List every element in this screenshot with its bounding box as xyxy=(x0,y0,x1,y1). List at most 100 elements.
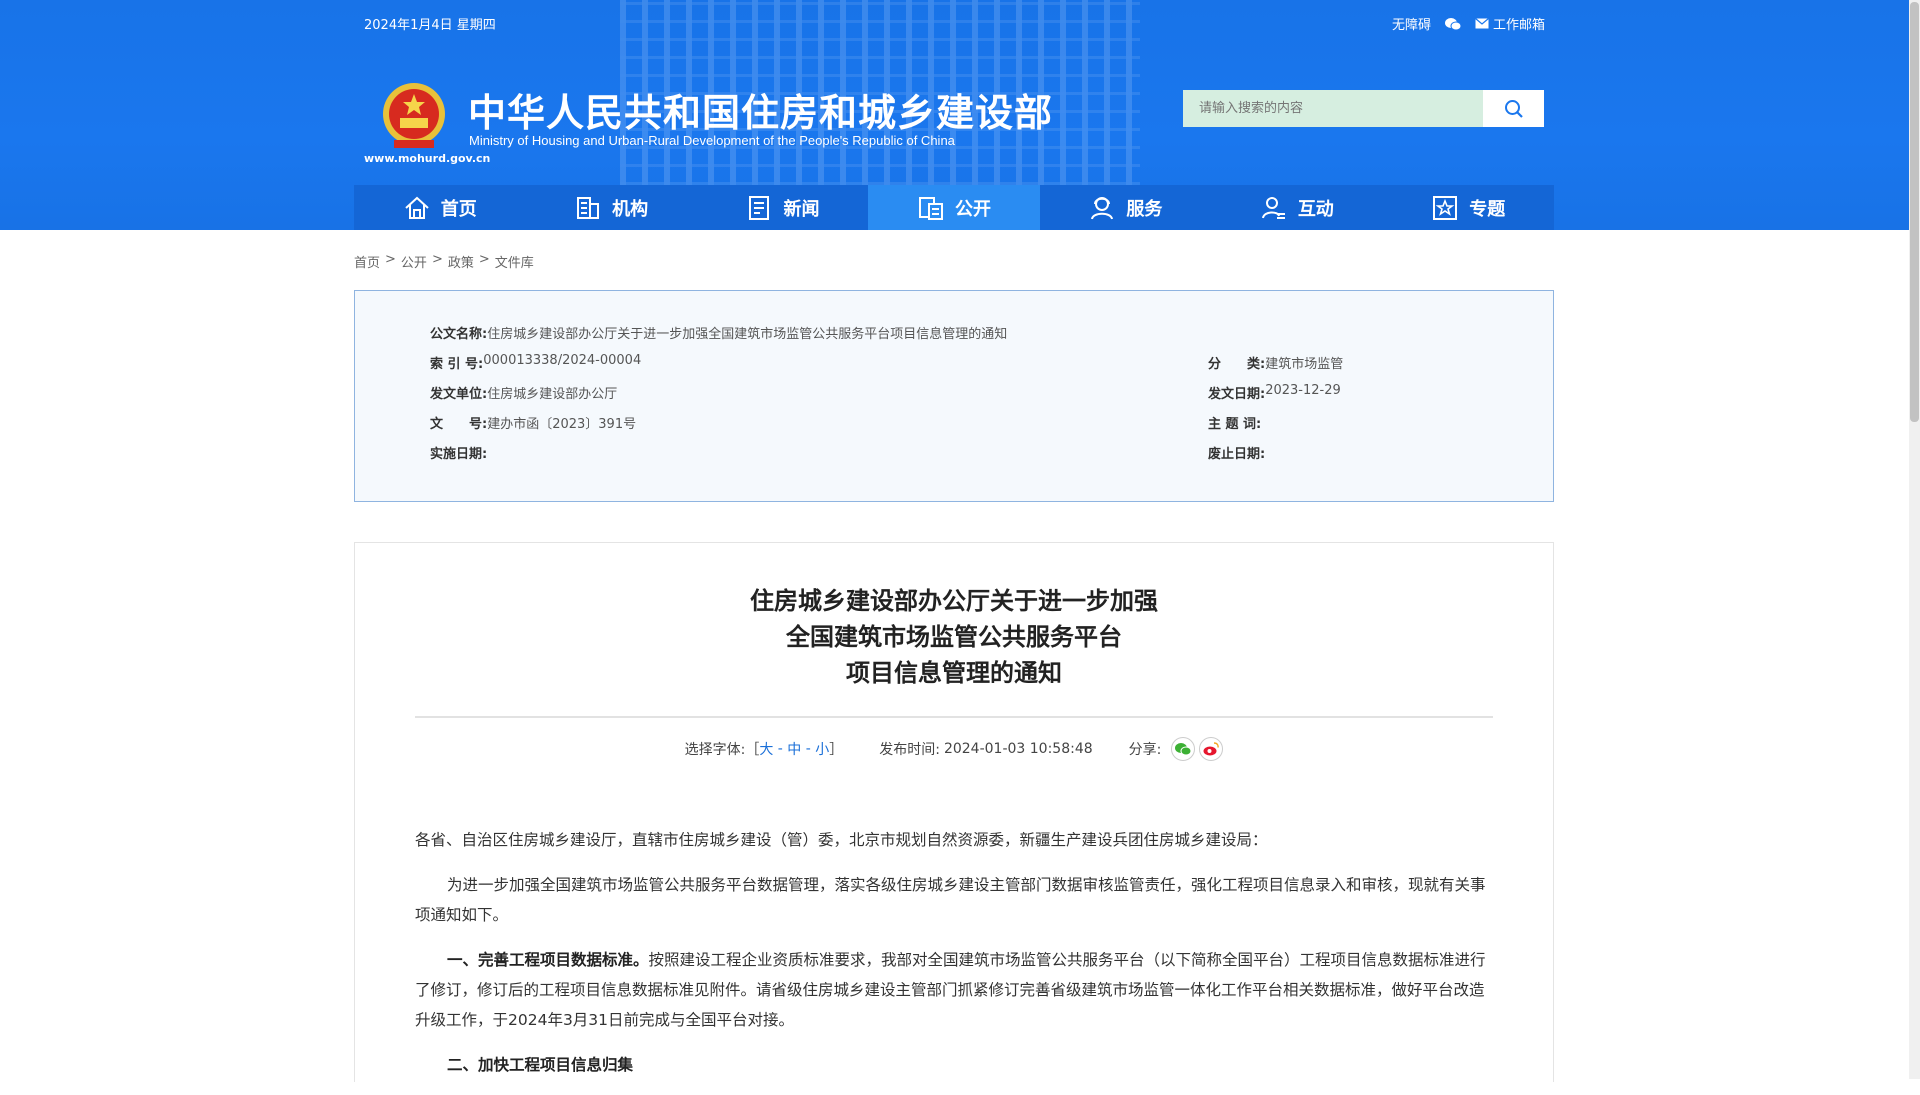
main-nav: 首页 机构 新闻 公开 服务 互动 专题 xyxy=(354,185,1554,230)
publish-time: 2024-01-03 10:58:48 xyxy=(943,741,1093,757)
breadcrumb-separator: > xyxy=(431,252,443,267)
meta-subject: 主 题 词: xyxy=(1208,413,1261,432)
nav-item-label: 公开 xyxy=(954,198,991,220)
meta-label: 主 题 词: xyxy=(1208,417,1262,432)
article: 住房城乡建设部办公厅关于进一步加强 全国建筑市场监管公共服务平台 项目信息管理的… xyxy=(354,542,1554,1082)
search-button[interactable] xyxy=(1483,90,1544,127)
article-title-line: 住房城乡建设部办公厅关于进一步加强 xyxy=(750,587,1158,615)
nav-item-label: 首页 xyxy=(440,198,477,220)
share-weibo-button[interactable] xyxy=(1199,737,1224,761)
meta-label: 公文名称: xyxy=(430,327,488,342)
meta-label: 发文日期: xyxy=(1208,387,1266,402)
font-size-bracket: ］ xyxy=(829,742,844,758)
nav-item-news[interactable]: 新闻 xyxy=(697,185,868,230)
font-size-separator: - xyxy=(801,741,816,757)
ministry-title-cn: 中华人民共和国住房和城乡建设部 xyxy=(468,91,1054,135)
font-size-label: 选择字体: xyxy=(684,742,746,758)
article-toolbar: 选择字体: ［ 大 - 中 - 小 ］ 发布时间: 2024-01-03 10:… xyxy=(355,737,1553,761)
breadcrumb-separator: > xyxy=(385,252,396,267)
breadcrumb-separator: > xyxy=(478,252,490,267)
scrollbar-thumb[interactable] xyxy=(1910,2,1919,422)
mail-icon xyxy=(1475,18,1489,29)
share-label: 分享: xyxy=(1128,742,1162,758)
nav-item-interaction[interactable]: 互动 xyxy=(1211,185,1382,230)
nav-item-label: 服务 xyxy=(1126,198,1163,220)
ministry-title-en: Ministry of Housing and Urban-Rural Deve… xyxy=(469,133,955,148)
meta-value: 住房城乡建设部办公厅 xyxy=(487,387,618,402)
section-heading: 二、加快工程项目信息归集 xyxy=(447,1056,634,1074)
nav-item-label: 互动 xyxy=(1297,198,1334,220)
weibo-icon xyxy=(1203,742,1220,756)
breadcrumb: 首页 > 公开 > 政策 > 文件库 xyxy=(354,252,534,271)
font-size-small-button[interactable]: 小 xyxy=(815,739,829,759)
current-date: 2024年1月4日 星期四 xyxy=(364,18,496,33)
article-body: 各省、自治区住房城乡建设厅，直辖市住房城乡建设（管）委，北京市规划自然资源委，新… xyxy=(415,825,1493,1095)
top-links: 无障碍 工作邮箱 xyxy=(1392,14,1545,33)
nav-item-topics[interactable]: 专题 xyxy=(1383,185,1554,230)
meta-category: 分 类: 建筑市场监管 xyxy=(1208,353,1343,372)
news-icon xyxy=(748,195,769,220)
share-wechat-button[interactable] xyxy=(1171,737,1196,761)
meta-label: 发文单位: xyxy=(430,387,488,402)
breadcrumb-policy[interactable]: 政策 xyxy=(448,252,474,271)
article-paragraph: 一、完善工程项目数据标准。按照建设工程企业资质标准要求，我部对全国建筑市场监管公… xyxy=(415,945,1493,1035)
meta-label: 索 引 号: xyxy=(430,357,484,372)
font-size-medium-button[interactable]: 中 xyxy=(787,739,801,759)
mail-link[interactable]: 工作邮箱 xyxy=(1475,14,1545,33)
meta-value: 建筑市场监管 xyxy=(1265,357,1344,372)
meta-index: 索 引 号: 000013338/2024-00004 xyxy=(430,353,641,372)
breadcrumb-home[interactable]: 首页 xyxy=(354,252,380,271)
interaction-icon xyxy=(1261,196,1285,219)
meta-issue-date: 发文日期: 2023-12-29 xyxy=(1208,383,1341,402)
service-icon xyxy=(1091,196,1114,219)
breadcrumb-public[interactable]: 公开 xyxy=(401,252,427,271)
search-box xyxy=(1183,90,1544,127)
nav-item-service[interactable]: 服务 xyxy=(1040,185,1211,230)
document-metadata: 公文名称: 住房城乡建设部办公厅关于进一步加强全国建筑市场监管公共服务平台项目信… xyxy=(354,290,1554,502)
meta-label: 废止日期: xyxy=(1208,447,1266,462)
meta-issuer: 发文单位: 住房城乡建设部办公厅 xyxy=(430,383,617,402)
font-size-large-button[interactable]: 大 xyxy=(759,739,773,759)
meta-label: 实施日期: xyxy=(430,447,488,462)
meta-value: 建办市函〔2023〕391号 xyxy=(487,417,637,432)
wechat-link[interactable] xyxy=(1444,17,1461,31)
meta-effective-date: 实施日期: xyxy=(430,443,487,462)
meta-label: 分 类: xyxy=(1208,357,1266,372)
building-icon xyxy=(577,196,600,219)
article-paragraph: 为进一步加强全国建筑市场监管公共服务平台数据管理，落实各级住房城乡建设主管部门数… xyxy=(415,876,1486,924)
article-paragraph: 二、加快工程项目信息归集 xyxy=(415,1050,1493,1080)
search-icon xyxy=(1504,99,1523,118)
article-title-line: 项目信息管理的通知 xyxy=(846,659,1062,687)
site-url: www.mohurd.gov.cn xyxy=(364,152,491,165)
mail-link-label: 工作邮箱 xyxy=(1492,18,1545,33)
publish-time-label: 发布时间: xyxy=(879,742,940,758)
nav-item-organization[interactable]: 机构 xyxy=(525,185,696,230)
home-icon xyxy=(405,196,429,219)
article-title-line: 全国建筑市场监管公共服务平台 xyxy=(786,623,1122,651)
meta-expiry-date: 废止日期: xyxy=(1208,443,1265,462)
title-divider xyxy=(415,716,1493,718)
meta-value: 住房城乡建设部办公厅关于进一步加强全国建筑市场监管公共服务平台项目信息管理的通知 xyxy=(487,327,1008,342)
star-icon xyxy=(1433,195,1458,220)
nav-item-label: 专题 xyxy=(1469,198,1506,220)
nav-item-public[interactable]: 公开 xyxy=(868,185,1040,230)
page-scrollbar[interactable] xyxy=(1909,0,1920,1079)
national-emblem-icon[interactable] xyxy=(380,78,448,154)
font-size-bracket: ［ xyxy=(745,742,760,758)
section-heading: 一、完善工程项目数据标准。 xyxy=(447,951,649,969)
wechat-icon xyxy=(1444,17,1461,30)
meta-doc-no: 文 号: 建办市函〔2023〕391号 xyxy=(430,413,636,432)
breadcrumb-file-library[interactable]: 文件库 xyxy=(495,252,534,271)
meta-value: 000013338/2024-00004 xyxy=(483,353,642,368)
accessibility-link[interactable]: 无障碍 xyxy=(1392,14,1431,33)
document-icon xyxy=(918,196,943,220)
nav-item-label: 新闻 xyxy=(783,198,820,220)
search-input[interactable] xyxy=(1183,90,1483,127)
article-paragraph: 各省、自治区住房城乡建设厅，直辖市住房城乡建设（管）委，北京市规划自然资源委，新… xyxy=(415,831,1268,849)
meta-doc-name: 公文名称: 住房城乡建设部办公厅关于进一步加强全国建筑市场监管公共服务平台项目信… xyxy=(430,323,1007,342)
nav-item-label: 机构 xyxy=(612,198,649,220)
article-title: 住房城乡建设部办公厅关于进一步加强 全国建筑市场监管公共服务平台 项目信息管理的… xyxy=(355,583,1553,691)
meta-value: 2023-12-29 xyxy=(1265,383,1341,398)
font-size-separator: - xyxy=(773,741,788,757)
nav-item-home[interactable]: 首页 xyxy=(354,185,525,230)
